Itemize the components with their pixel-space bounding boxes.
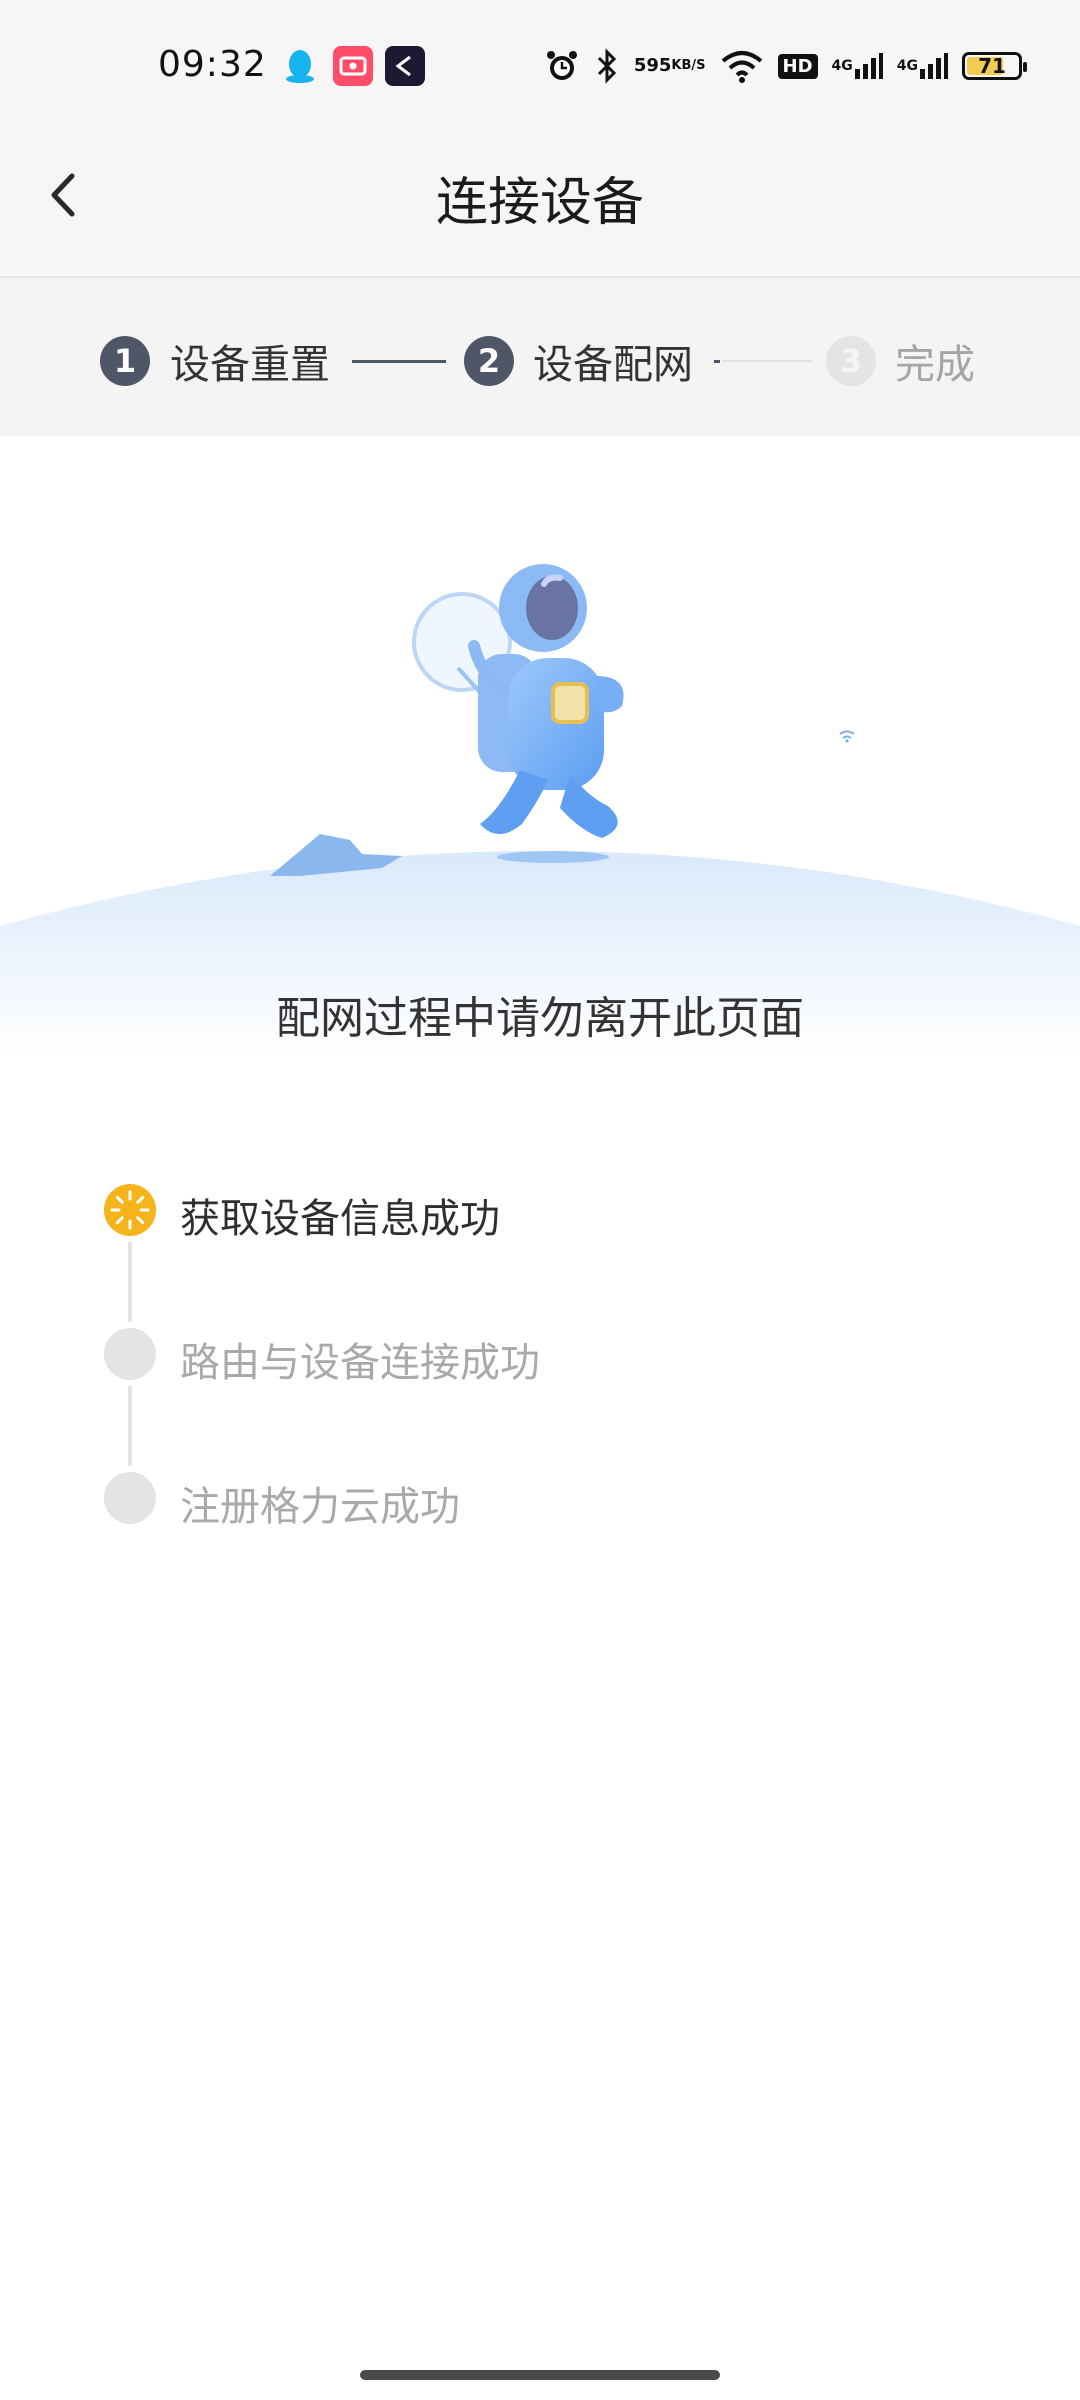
hd-icon: HD	[777, 44, 818, 88]
net-speed-unit: KB/S	[671, 58, 706, 73]
progress-label: 注册格力云成功	[180, 1484, 460, 1530]
signal-label: 4G	[896, 58, 918, 74]
signal-icon: 4G	[897, 44, 948, 88]
screen: 09:32 595 KB/S HD 4G 4G 71 连接设备 1 设备重置 2…	[0, 0, 1080, 2400]
pending-dot-icon	[104, 1472, 156, 1524]
pairing-hint-text: 配网过程中请勿离开此页面	[276, 993, 804, 1044]
signal-label: 4G	[831, 58, 853, 74]
battery-level: 71	[978, 54, 1006, 78]
step-connector-2	[722, 360, 812, 362]
step-3-label: 完成	[895, 342, 975, 388]
status-time: 09:32	[158, 44, 267, 85]
pending-dot-icon	[104, 1328, 156, 1380]
progress-label: 获取设备信息成功	[180, 1196, 500, 1242]
step-2-number: 2	[464, 336, 514, 386]
bluetooth-icon	[594, 44, 620, 88]
home-indicator[interactable]	[360, 2370, 720, 2380]
hd-label: HD	[777, 53, 818, 79]
battery: 71	[962, 52, 1027, 80]
step-connector-2-progress	[714, 360, 720, 363]
net-speed-value: 595	[633, 55, 672, 76]
step-1-label: 设备重置	[170, 342, 330, 388]
progress-label: 路由与设备连接成功	[180, 1340, 540, 1386]
step-3-number: 3	[826, 336, 876, 386]
screen-record-icon	[333, 46, 373, 86]
step-2-label: 设备配网	[533, 342, 693, 388]
loading-spinner-icon	[104, 1184, 156, 1236]
step-connector-1	[352, 360, 446, 363]
qq-icon	[280, 46, 320, 86]
alarm-icon	[544, 44, 580, 88]
status-icons: 595 KB/S HD 4G 4G 71	[544, 44, 1027, 88]
progress-connector	[128, 1386, 132, 1466]
step-1-number: 1	[100, 336, 150, 386]
status-bar: 09:32 595 KB/S HD 4G 4G 71	[0, 0, 1080, 130]
battery-icon: 71	[962, 44, 1027, 88]
step-indicator: 1 设备重置 2 设备配网 3 完成	[0, 278, 1080, 436]
page-title: 连接设备	[435, 173, 644, 233]
wifi-icon	[720, 44, 764, 88]
progress-connector	[128, 1242, 132, 1322]
capcut-icon	[385, 46, 425, 86]
signal-icon: 4G	[832, 44, 883, 88]
network-speed: 595 KB/S	[634, 44, 706, 88]
app-header: 连接设备	[0, 130, 1080, 278]
astronaut-illustration	[0, 436, 1080, 1056]
